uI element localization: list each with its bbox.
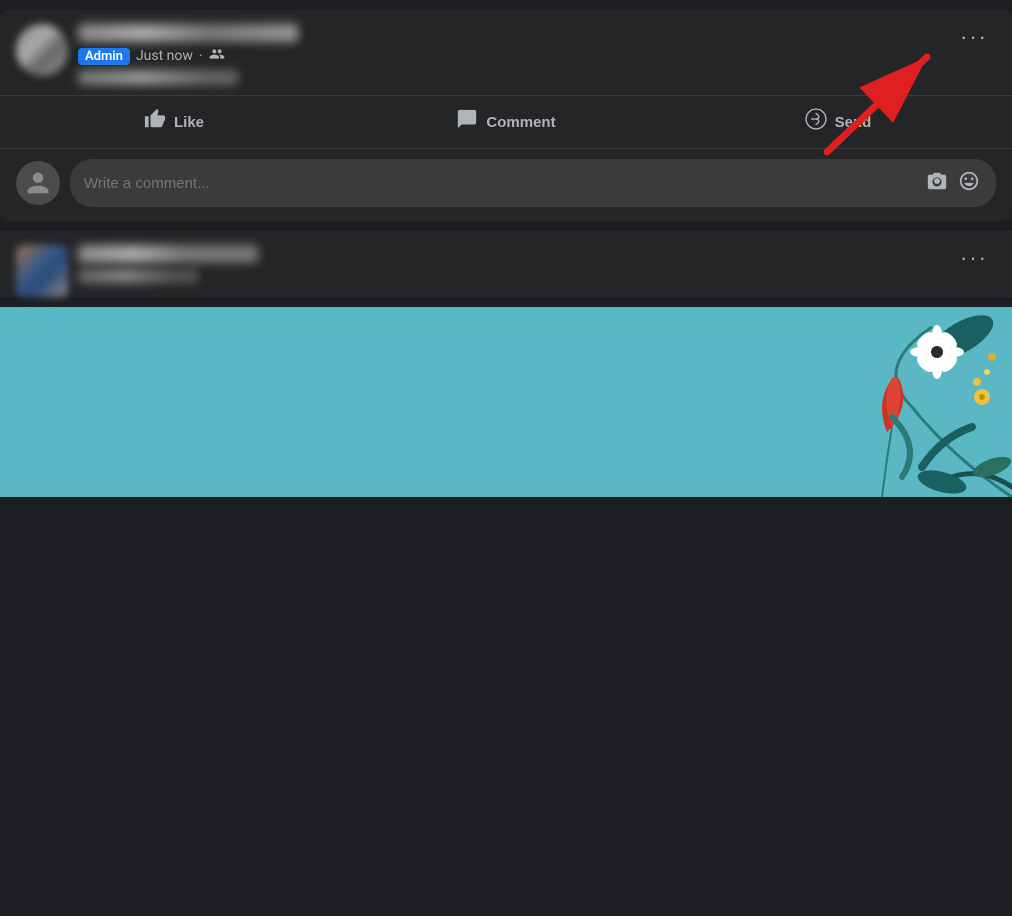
post2-header: ··· — [16, 245, 996, 297]
comment-button[interactable]: Comment — [340, 100, 672, 144]
post-card-1: Admin Just now · ··· — [0, 10, 1012, 221]
author-name-blurred — [78, 24, 298, 42]
send-icon — [805, 108, 827, 136]
post2-meta — [78, 245, 258, 283]
like-label: Like — [174, 114, 204, 131]
post-card-2: ··· — [0, 231, 1012, 297]
post-subtitle-blurred — [78, 70, 238, 85]
more-options-button[interactable]: ··· — [952, 22, 996, 52]
dot-separator: · — [199, 48, 203, 64]
post2-more-options-button[interactable]: ··· — [952, 243, 996, 273]
comment-actions — [924, 168, 982, 198]
post-time: Just now — [136, 48, 193, 64]
comment-input[interactable] — [84, 175, 914, 192]
like-button[interactable]: Like — [8, 100, 340, 144]
comment-label: Comment — [486, 114, 555, 131]
post-meta-row: Admin Just now · — [78, 46, 298, 66]
post-meta: Admin Just now · — [78, 24, 298, 85]
bottom-decoration — [0, 307, 1012, 497]
post-header-left: Admin Just now · — [16, 24, 298, 85]
post2-header-left — [16, 245, 258, 297]
post2-name-blurred — [78, 245, 258, 263]
send-label: Send — [835, 114, 872, 131]
post2-sub-blurred — [78, 269, 198, 283]
camera-button[interactable] — [924, 168, 950, 198]
comment-area — [0, 149, 1012, 221]
admin-badge: Admin — [78, 48, 130, 65]
privacy-icon — [209, 46, 225, 66]
like-icon — [144, 108, 166, 136]
emoji-button[interactable] — [956, 168, 982, 198]
avatar — [16, 24, 68, 76]
avatar2 — [16, 245, 68, 297]
action-bar: Like Comment Send — [0, 96, 1012, 148]
comment-input-wrapper[interactable] — [70, 159, 996, 207]
comment-icon — [456, 108, 478, 136]
commenter-avatar — [16, 161, 60, 205]
post-header: Admin Just now · ··· — [0, 10, 1012, 95]
send-button[interactable]: Send — [672, 100, 1004, 144]
floral-svg — [632, 307, 1012, 497]
